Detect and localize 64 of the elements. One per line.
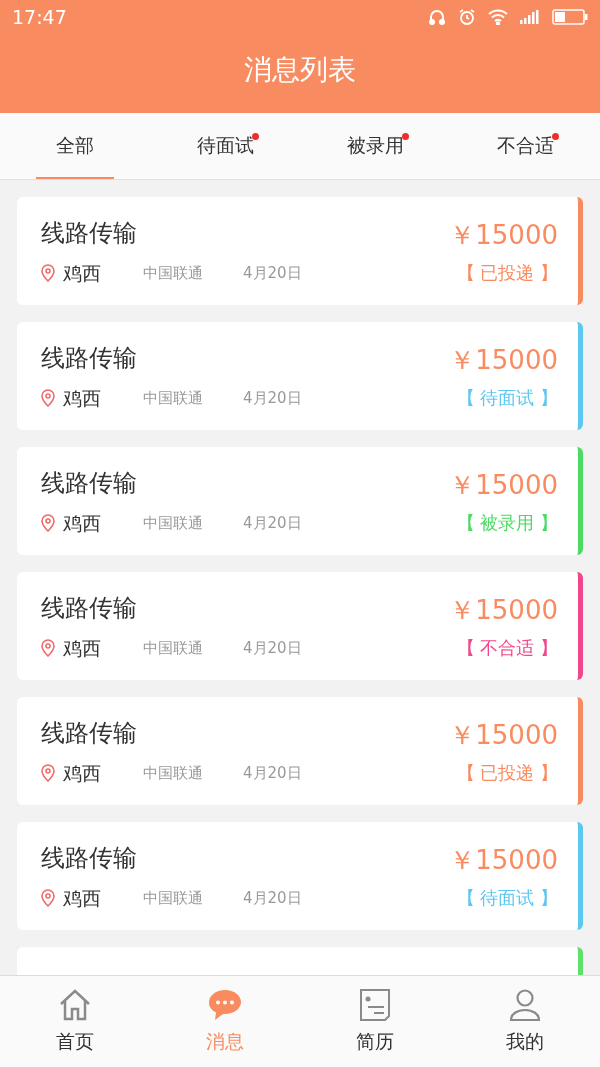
job-title: 线路传输 — [41, 217, 138, 249]
location-pin-icon — [41, 889, 55, 907]
filter-tab[interactable]: 待面试 — [176, 113, 274, 179]
salary: ￥15000 — [449, 344, 558, 377]
message-date: 4月20日 — [243, 637, 302, 659]
message-card[interactable]: 线路传输 鸡西 中国联通 4月20日 ￥15000 【 待面试 】 — [17, 322, 583, 430]
signal-icon — [520, 10, 540, 24]
person-icon — [507, 987, 543, 1024]
page-title: 消息列表 — [244, 51, 356, 88]
message-date: 4月20日 — [243, 887, 302, 909]
job-title: 线路传输 — [41, 842, 138, 874]
status-label: 【 已投递 】 — [456, 261, 558, 285]
battery-icon — [552, 9, 588, 25]
message-card[interactable]: 线路传输 鸡西 中国联通 4月20日 ￥15000 【 被录用 】 — [17, 447, 583, 555]
company-name: 中国联通 — [143, 262, 204, 284]
job-location: 鸡西 — [63, 635, 102, 661]
job-title: 线路传输 — [41, 342, 138, 374]
headset-icon — [428, 8, 446, 26]
message-date: 4月20日 — [243, 762, 302, 784]
filter-tab[interactable]: 全部 — [36, 113, 114, 179]
message-date: 4月20日 — [243, 387, 302, 409]
salary: ￥15000 — [449, 844, 558, 877]
job-location: 鸡西 — [63, 510, 102, 536]
message-card[interactable]: 线路传输 鸡西 中国联通 4月20日 ￥15000 【 待面试 】 — [17, 822, 583, 930]
message-card[interactable]: 线路传输 鸡西 中国联通 4月20日 ￥15000 【 已投递 】 — [17, 697, 583, 805]
message-card[interactable]: 线路传输 鸡西 中国联通 4月20日 ￥15000 【 已投递 】 — [17, 197, 583, 305]
nav-tab[interactable]: 我的 — [450, 976, 600, 1067]
status-label: 【 待面试 】 — [456, 886, 558, 910]
job-location: 鸡西 — [63, 260, 102, 286]
alarm-icon — [458, 8, 476, 26]
status-label: 【 被录用 】 — [456, 511, 558, 535]
status-label: 【 待面试 】 — [456, 386, 558, 410]
company-name: 中国联通 — [143, 887, 204, 909]
job-location: 鸡西 — [63, 885, 102, 911]
status-label: 【 已投递 】 — [456, 761, 558, 785]
job-title: 线路传输 — [41, 717, 138, 749]
location-pin-icon — [41, 389, 55, 407]
location-pin-icon — [41, 639, 55, 657]
nav-tab[interactable]: 简历 — [300, 976, 450, 1067]
company-name: 中国联通 — [143, 762, 204, 784]
message-date: 4月20日 — [243, 262, 302, 284]
filter-tab[interactable]: 不合适 — [476, 113, 574, 179]
company-name: 中国联通 — [143, 387, 204, 409]
status-label: 【 不合适 】 — [456, 636, 558, 660]
resume-icon — [357, 987, 393, 1024]
location-pin-icon — [41, 514, 55, 532]
filter-tab[interactable]: 被录用 — [326, 113, 424, 179]
salary: ￥15000 — [449, 594, 558, 627]
message-card[interactable]: 线路传输 鸡西 中国联通 4月20日 ￥15000 【 不合适 】 — [17, 572, 583, 680]
status-time: 17:47 — [12, 4, 67, 30]
salary: ￥15000 — [449, 469, 558, 502]
location-pin-icon — [41, 764, 55, 782]
job-location: 鸡西 — [63, 385, 102, 411]
company-name: 中国联通 — [143, 637, 204, 659]
message-date: 4月20日 — [243, 512, 302, 534]
salary: ￥15000 — [449, 719, 558, 752]
company-name: 中国联通 — [143, 512, 204, 534]
nav-tab[interactable]: 首页 — [0, 976, 150, 1067]
wifi-icon — [488, 9, 508, 25]
job-title: 线路传输 — [41, 592, 138, 624]
job-title: 线路传输 — [41, 467, 138, 499]
job-location: 鸡西 — [63, 760, 102, 786]
location-pin-icon — [41, 264, 55, 282]
salary: ￥15000 — [449, 219, 558, 252]
